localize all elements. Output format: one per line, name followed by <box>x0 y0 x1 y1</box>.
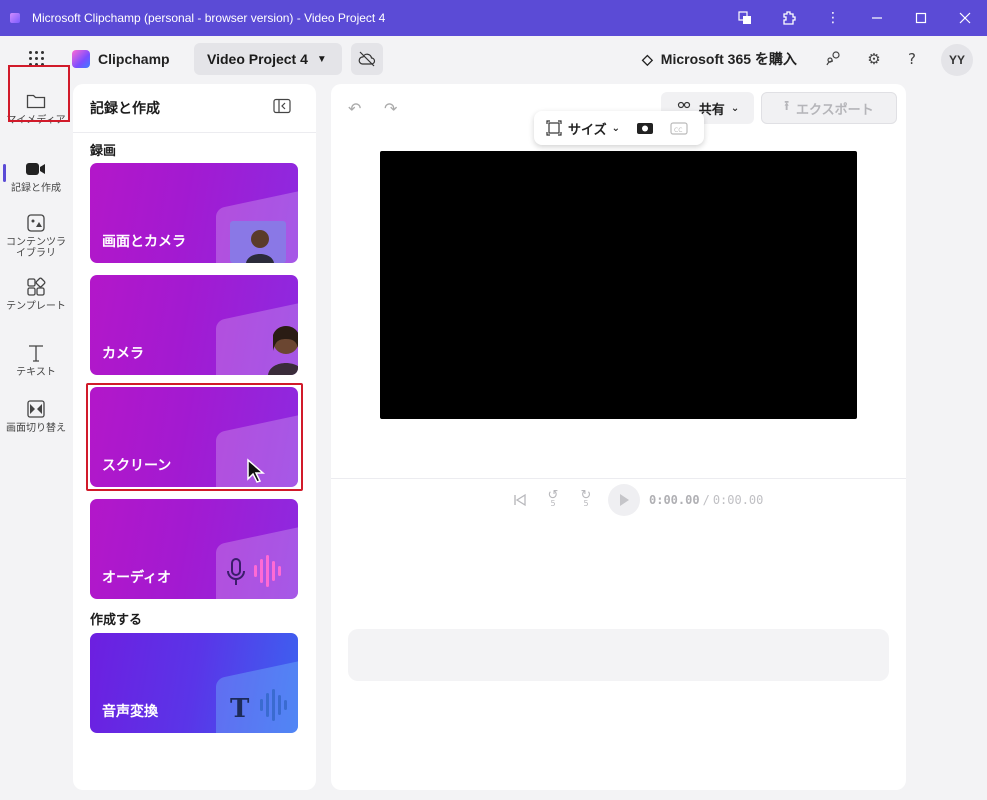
timeline-area[interactable] <box>348 629 889 681</box>
current-time: 0:00.00 <box>649 493 700 507</box>
aspect-ratio-icon <box>546 120 562 136</box>
rewind-seconds: 5 <box>550 499 556 508</box>
app-header: Clipchamp Video Project 4 ▼ ◇ Microsoft … <box>0 36 987 82</box>
chevron-down-icon: ⌄ <box>730 102 740 114</box>
section-create-label: 作成する <box>90 613 143 628</box>
upload-icon: ⭱ <box>784 99 789 114</box>
panel-divider <box>73 132 316 133</box>
card-label: オーディオ <box>102 570 172 586</box>
left-navigation: マイメディア 記録と作成 コンテンツライブラリ テンプレート テキスト 画面切り… <box>0 82 73 800</box>
nav-item-record-create[interactable]: 記録と作成 <box>4 158 68 194</box>
caret-down-icon: ▼ <box>316 53 327 65</box>
minimize-icon[interactable] <box>855 0 899 36</box>
buy-microsoft365-button[interactable]: ◇ Microsoft 365 を購入 <box>642 49 797 69</box>
card-label: 画面とカメラ <box>102 234 186 250</box>
text-icon <box>25 342 47 364</box>
cloud-off-icon <box>358 51 376 67</box>
person-thumbnail-icon <box>268 326 298 375</box>
nav-highlight-box <box>8 65 70 122</box>
brand-name: Clipchamp <box>98 51 170 67</box>
brand[interactable]: Clipchamp <box>72 50 170 68</box>
maximize-icon[interactable] <box>899 0 943 36</box>
main-divider <box>331 478 906 479</box>
video-preview <box>380 151 857 419</box>
screen-card-highlight <box>86 383 303 491</box>
playback-controls: ↺ 5 ↻ 5 0:00.00 / 0:00.00 <box>509 484 763 516</box>
feedback-icon[interactable] <box>824 49 844 69</box>
nav-label: 画面切り替え <box>6 423 66 434</box>
collapse-panel-icon[interactable] <box>273 98 291 114</box>
translate-icon[interactable] <box>723 0 767 36</box>
extension-icon[interactable] <box>767 0 811 36</box>
settings-gear-icon[interactable]: ⚙ <box>864 49 884 69</box>
help-icon[interactable]: ? <box>902 49 922 69</box>
total-time: 0:00.00 <box>712 493 764 507</box>
nav-label: テンプレート <box>6 301 66 312</box>
section-record-label: 録画 <box>90 144 117 159</box>
clipchamp-logo-icon <box>72 50 90 68</box>
redo-icon[interactable]: ↷ <box>384 99 397 118</box>
window-titlebar: Microsoft Clipchamp (personal - browser … <box>0 0 987 36</box>
play-button[interactable] <box>608 484 640 516</box>
buy-label: Microsoft 365 を購入 <box>660 51 797 67</box>
app-icon <box>10 13 20 23</box>
export-button[interactable]: ⭱ エクスポート <box>761 92 897 124</box>
text-to-speech-icon: T <box>230 689 287 724</box>
nav-item-transitions[interactable]: 画面切り替え <box>4 398 68 434</box>
forward-5s-icon[interactable]: ↻ 5 <box>575 489 597 511</box>
close-icon[interactable] <box>943 0 987 36</box>
window-title: Microsoft Clipchamp (personal - browser … <box>32 11 386 25</box>
card-label: 音声変換 <box>102 704 158 720</box>
nav-label: コンテンツライブラリ <box>6 237 66 259</box>
nav-item-content-library[interactable]: コンテンツライブラリ <box>4 212 68 259</box>
preview-toolbar: サイズ ⌄ CC <box>534 111 704 145</box>
svg-text:CC: CC <box>674 127 682 134</box>
background-remover-icon[interactable] <box>634 117 656 139</box>
diamond-icon: ◇ <box>642 50 653 67</box>
card-screen-and-camera[interactable]: 画面とカメラ <box>90 163 298 263</box>
auto-captions-icon[interactable]: CC <box>668 117 690 139</box>
transitions-icon <box>25 398 47 420</box>
rewind-5s-icon[interactable]: ↺ 5 <box>542 489 564 511</box>
nav-label: テキスト <box>16 367 56 378</box>
play-icon <box>620 494 629 506</box>
export-label: エクスポート <box>795 102 874 118</box>
card-audio[interactable]: オーディオ <box>90 499 298 599</box>
nav-item-text[interactable]: テキスト <box>4 342 68 378</box>
more-icon[interactable]: ⋮ <box>811 0 855 36</box>
panel-title: 記録と作成 <box>90 101 160 117</box>
card-label: カメラ <box>102 346 144 362</box>
project-name: Video Project 4 <box>207 51 308 67</box>
project-name-button[interactable]: Video Project 4 ▼ <box>194 43 342 75</box>
chevron-down-icon: ⌄ <box>611 122 621 134</box>
nav-item-templates[interactable]: テンプレート <box>4 276 68 312</box>
svg-text:T: T <box>230 694 250 724</box>
aspect-size-button[interactable]: サイズ ⌄ <box>546 119 620 138</box>
time-separator: / <box>702 493 710 507</box>
undo-icon[interactable]: ↶ <box>348 99 361 118</box>
content-library-icon <box>25 212 47 234</box>
templates-icon <box>25 276 47 298</box>
cloud-sync-button[interactable] <box>351 43 383 75</box>
forward-seconds: 5 <box>583 499 589 508</box>
main-editor: ↶ ↷ 共有 ⌄ ⭱ エクスポート サイズ ⌄ CC ↺ 5 ↻ 5 0:00.… <box>331 84 906 790</box>
microphone-waveform-icon <box>227 555 281 587</box>
card-text-to-speech[interactable]: T 音声変換 <box>90 633 298 733</box>
video-camera-icon <box>25 158 47 180</box>
avatar[interactable]: YY <box>941 44 973 76</box>
skip-to-start-icon[interactable] <box>509 489 531 511</box>
person-thumbnail-icon <box>230 221 286 263</box>
size-label: サイズ <box>568 122 607 138</box>
card-camera[interactable]: カメラ <box>90 275 298 375</box>
nav-label: 記録と作成 <box>11 183 61 194</box>
